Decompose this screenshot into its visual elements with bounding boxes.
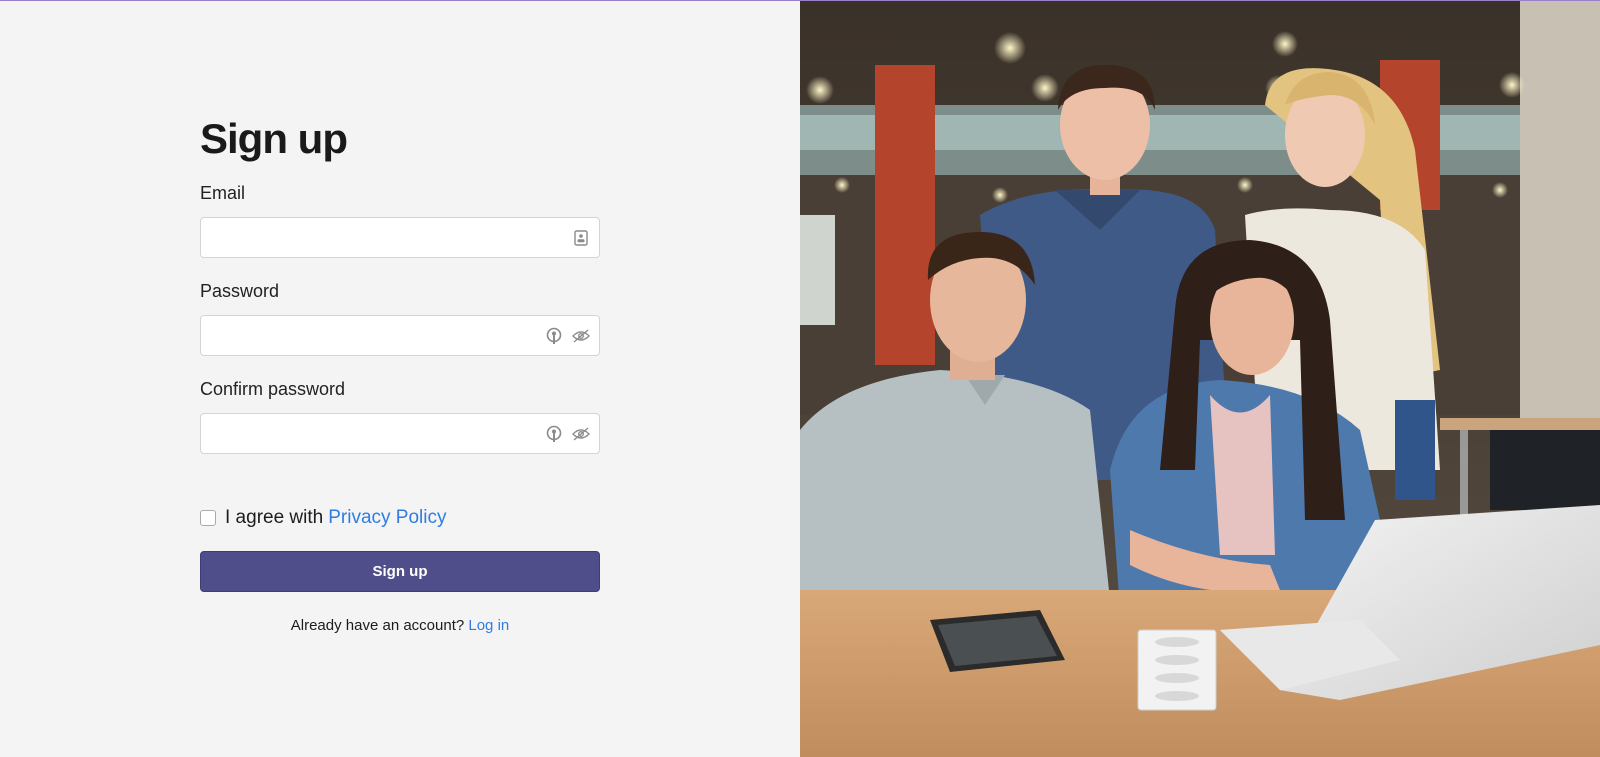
eye-off-icon[interactable] <box>572 425 590 443</box>
privacy-agreement: I agree with Privacy Policy <box>200 506 446 530</box>
password-input[interactable] <box>201 316 599 355</box>
students-photo-illustration <box>800 0 1600 757</box>
privacy-checkbox[interactable] <box>200 510 216 526</box>
agree-label: I agree with <box>225 507 324 528</box>
email-field-wrapper <box>200 217 600 258</box>
confirm-password-label: Confirm password <box>200 379 346 399</box>
top-accent-line <box>0 0 1600 1</box>
key-icon[interactable] <box>545 425 563 443</box>
confirm-password-field-wrapper <box>200 413 600 454</box>
email-input[interactable] <box>201 218 599 257</box>
key-icon[interactable] <box>545 327 563 345</box>
signup-form: Sign up Email Password Confirm password <box>200 118 600 454</box>
page-title: Sign up <box>200 115 348 162</box>
password-field-wrapper <box>200 315 600 356</box>
signup-button[interactable]: Sign up <box>200 551 600 592</box>
contact-card-icon[interactable] <box>572 229 590 247</box>
login-prompt-text: Already have an account? <box>290 617 465 634</box>
signup-panel: Sign up Email Password Confirm password … <box>0 0 800 757</box>
login-link[interactable]: Log in <box>468 617 509 634</box>
privacy-policy-link[interactable]: Privacy Policy <box>328 507 446 529</box>
eye-off-icon[interactable] <box>572 327 590 345</box>
email-label: Email <box>200 183 246 203</box>
login-prompt: Already have an account? Log in <box>200 617 600 634</box>
password-label: Password <box>200 281 280 301</box>
hero-photo <box>800 0 1600 757</box>
confirm-password-input[interactable] <box>201 414 599 453</box>
